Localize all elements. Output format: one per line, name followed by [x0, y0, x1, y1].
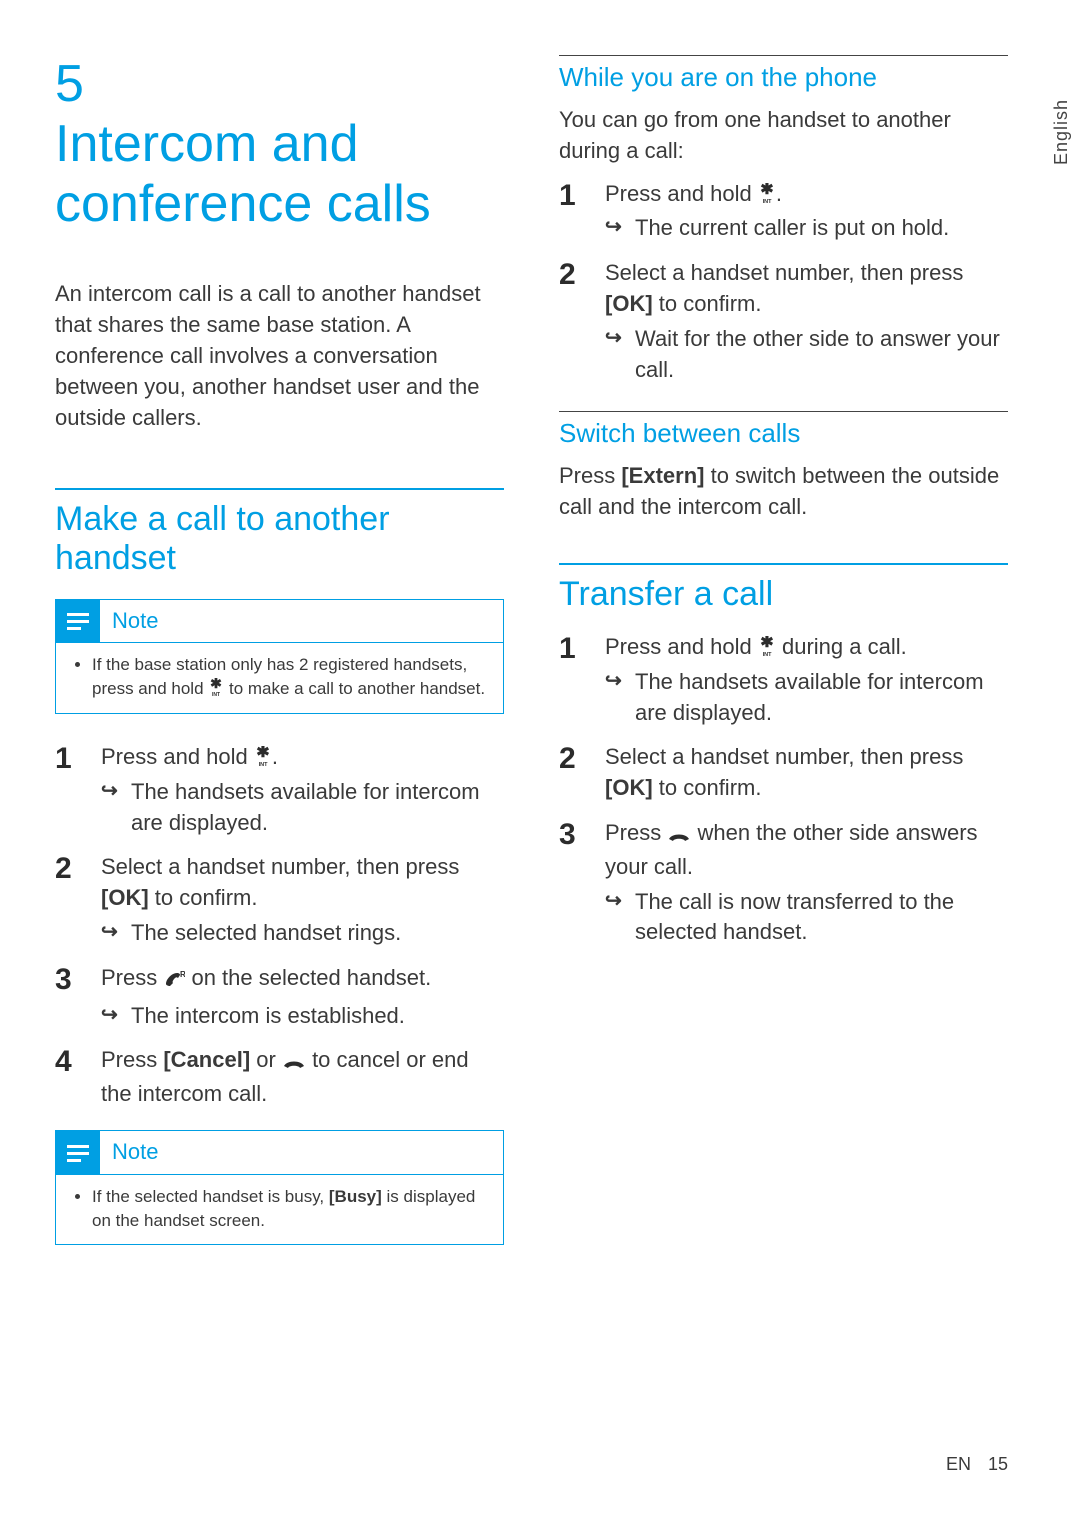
intro-paragraph: An intercom call is a call to another ha… — [55, 279, 504, 433]
hangup-key-icon — [282, 1048, 306, 1079]
step-4: 4 Press [Cancel] or to cancel or end the… — [55, 1045, 504, 1110]
column-right: While you are on the phone You can go fr… — [559, 55, 1008, 1273]
step-1: 1 Press and hold ✱INT during a call. The… — [559, 632, 1008, 728]
svg-text:✱: ✱ — [256, 746, 269, 761]
step-3: 3 Press when the other side answers your… — [559, 818, 1008, 948]
step-result: The handsets available for intercom are … — [101, 777, 504, 839]
int-key-icon: ✱INT — [758, 636, 776, 656]
note-text: If the base station only has 2 registere… — [92, 653, 489, 701]
int-key-icon: ✱INT — [208, 678, 224, 696]
footer-lang: EN — [946, 1454, 971, 1474]
chapter-title: Intercom and conference calls — [55, 115, 504, 235]
note-text: If the selected handset is busy, [Busy] … — [92, 1185, 489, 1233]
svg-text:✱: ✱ — [210, 678, 222, 691]
step-3: 3 Press R on the selected handset. The i… — [55, 963, 504, 1032]
page-footer: EN 15 — [946, 1454, 1008, 1475]
step-result: The call is now transferred to the selec… — [605, 887, 1008, 949]
svg-text:✱: ✱ — [760, 183, 773, 198]
step-1: 1 Press and hold ✱INT. The current calle… — [559, 179, 1008, 245]
int-key-icon: ✱INT — [254, 746, 272, 766]
language-tab: English — [1042, 85, 1080, 180]
note-label: Note — [100, 1131, 503, 1175]
note-icon — [56, 1131, 100, 1175]
steps-list: 1 Press and hold ✱INT. The handsets avai… — [55, 742, 504, 1110]
subsection-switch-calls: Switch between calls — [559, 418, 1008, 449]
body-text: Press [Extern] to switch between the out… — [559, 461, 1008, 523]
chapter-heading: 5Intercom and conference calls — [55, 55, 504, 234]
step-result: The handsets available for intercom are … — [605, 667, 1008, 729]
steps-list: 1 Press and hold ✱INT. The current calle… — [559, 179, 1008, 386]
page: 5Intercom and conference calls An interc… — [0, 0, 1080, 1313]
step-result: The intercom is established. — [101, 1001, 504, 1032]
svg-text:✱: ✱ — [760, 636, 773, 651]
note-label: Note — [100, 600, 503, 644]
step-result: Wait for the other side to answer your c… — [605, 324, 1008, 386]
steps-list: 1 Press and hold ✱INT during a call. The… — [559, 632, 1008, 948]
step-2: 2 Select a handset number, then press [O… — [559, 258, 1008, 385]
step-2: 2 Select a handset number, then press [O… — [55, 852, 504, 948]
svg-text:INT: INT — [762, 652, 772, 656]
svg-text:INT: INT — [762, 199, 772, 203]
column-left: 5Intercom and conference calls An interc… — [55, 55, 504, 1273]
section-make-call: Make a call to another handset — [55, 488, 504, 578]
divider — [559, 55, 1008, 56]
footer-page: 15 — [988, 1454, 1008, 1474]
step-result: The current caller is put on hold. — [605, 213, 1008, 244]
note-box: Note If the base station only has 2 regi… — [55, 599, 504, 714]
step-result: The selected handset rings. — [101, 918, 504, 949]
subsection-while-on-phone: While you are on the phone — [559, 62, 1008, 93]
note-icon — [56, 600, 100, 644]
body-text: You can go from one handset to another d… — [559, 105, 1008, 167]
svg-text:INT: INT — [212, 692, 220, 696]
chapter-number: 5 — [55, 55, 115, 115]
call-key-icon: R — [163, 966, 185, 997]
step-2: 2 Select a handset number, then press [O… — [559, 742, 1008, 804]
svg-text:INT: INT — [258, 762, 268, 766]
language-label: English — [1051, 99, 1072, 165]
note-box: Note If the selected handset is busy, [B… — [55, 1130, 504, 1245]
int-key-icon: ✱INT — [758, 183, 776, 203]
divider — [559, 411, 1008, 412]
section-transfer-call: Transfer a call — [559, 563, 1008, 614]
step-1: 1 Press and hold ✱INT. The handsets avai… — [55, 742, 504, 838]
hangup-key-icon — [667, 821, 691, 852]
